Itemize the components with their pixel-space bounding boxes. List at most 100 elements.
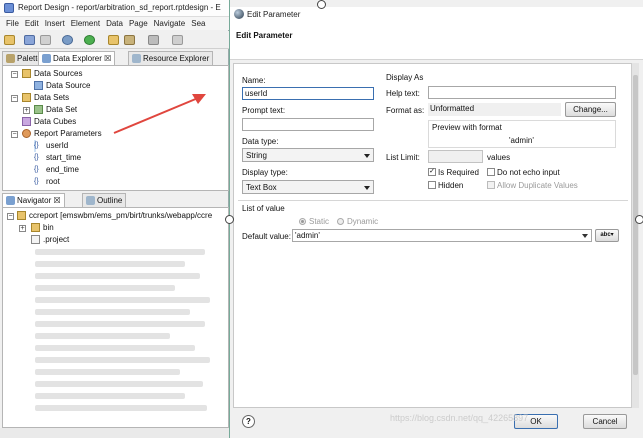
- blurred-row: [35, 261, 185, 267]
- prompt-text-field[interactable]: [242, 118, 374, 131]
- expand-toggle[interactable]: +: [23, 107, 30, 114]
- do-not-echo-checkbox[interactable]: [487, 168, 495, 176]
- dialog-titlebar: Edit Parameter: [230, 7, 643, 23]
- resize-handle[interactable]: [317, 0, 326, 9]
- print-icon[interactable]: [40, 35, 51, 45]
- help-icon[interactable]: ?: [242, 415, 255, 428]
- format-as-value: Unformatted: [428, 103, 561, 116]
- collapse-toggle[interactable]: −: [7, 213, 14, 220]
- watermark-text: https://blog.csdn.net/qq_42265897: [390, 413, 529, 423]
- help-text-field[interactable]: [428, 86, 616, 99]
- is-required-checkbox[interactable]: ✓: [428, 168, 436, 176]
- default-value-field[interactable]: 'admin': [292, 229, 592, 242]
- project-icon: [17, 211, 26, 220]
- default-value-label: Default value:: [242, 232, 291, 241]
- navigator-icon: [6, 196, 15, 205]
- palette-icon: [6, 54, 15, 63]
- tree-item-label: Data Set: [46, 105, 78, 114]
- menu-search[interactable]: Sea: [185, 17, 205, 28]
- datasource-icon: [34, 81, 43, 90]
- tree-item-label: Data Sources: [34, 69, 83, 78]
- chevron-down-icon[interactable]: [582, 234, 588, 238]
- eclipse-ide-window: Report Design - report/arbitration_sd_re…: [0, 0, 229, 438]
- expand-toggle[interactable]: +: [19, 225, 26, 232]
- change-format-button[interactable]: Change...: [565, 102, 616, 117]
- menu-data[interactable]: Data: [100, 17, 123, 28]
- tab-outline[interactable]: Outline: [82, 193, 127, 207]
- collapse-toggle[interactable]: −: [11, 131, 18, 138]
- tree-item-label: root: [46, 177, 60, 186]
- values-label: values: [487, 153, 511, 162]
- param-icon: {}: [34, 178, 39, 185]
- tab-resource-explorer[interactable]: Resource Explorer: [128, 51, 214, 65]
- blurred-row: [35, 321, 205, 327]
- tab-data-explorer[interactable]: Data Explorer ☒: [38, 51, 116, 65]
- tree-item-label: bin: [43, 223, 54, 232]
- tree-item-label: .project: [43, 235, 70, 244]
- dataset-folder-icon: [22, 93, 31, 102]
- param-icon: {}: [34, 142, 39, 149]
- tree-item-param-userid[interactable]: {} userId: [34, 140, 68, 152]
- blurred-row: [35, 249, 205, 255]
- preview-icon[interactable]: [62, 35, 73, 45]
- expression-builder-button[interactable]: abc▾: [595, 229, 619, 242]
- file-icon: [31, 235, 40, 244]
- resize-handle[interactable]: [635, 215, 643, 224]
- scrollbar-thumb[interactable]: [633, 75, 638, 375]
- bottom-view-tabs: Navigator ☒ Outline: [2, 193, 229, 207]
- blurred-row: [35, 381, 203, 387]
- edit-parameter-dialog: Edit Parameter Edit Parameter Name: user…: [229, 0, 643, 438]
- dialog-header: Edit Parameter: [230, 23, 643, 60]
- collapse-toggle[interactable]: −: [11, 71, 18, 78]
- wand-icon[interactable]: [124, 35, 135, 45]
- preview-value: 'admin': [509, 136, 534, 145]
- blurred-row: [35, 357, 210, 363]
- section-divider: [238, 200, 628, 201]
- data-type-select[interactable]: String: [242, 148, 374, 162]
- expression-builder-label: abc: [600, 232, 611, 238]
- menu-edit[interactable]: Edit: [19, 17, 39, 28]
- tree-item-label: Data Source: [46, 81, 91, 90]
- vertical-scrollbar[interactable]: [631, 63, 639, 408]
- display-type-select[interactable]: Text Box: [242, 180, 374, 194]
- collapse-toggle[interactable]: −: [11, 95, 18, 102]
- name-field[interactable]: userId: [242, 87, 374, 100]
- misc-tool-icon[interactable]: [148, 35, 159, 45]
- tab-data-explorer-label: Data Explorer ☒: [53, 54, 112, 63]
- folder-icon: [31, 223, 40, 232]
- param-icon: {}: [34, 154, 39, 161]
- tab-outline-label: Outline: [97, 196, 123, 205]
- hidden-label: Hidden: [438, 181, 464, 190]
- menu-page[interactable]: Page: [123, 17, 148, 28]
- menu-insert[interactable]: Insert: [39, 17, 65, 28]
- cancel-button[interactable]: Cancel: [583, 414, 627, 429]
- hidden-checkbox[interactable]: [428, 181, 436, 189]
- nav-tool-icon[interactable]: [172, 35, 183, 45]
- menu-file[interactable]: File: [0, 17, 19, 28]
- resize-handle[interactable]: [225, 215, 234, 224]
- outline-icon: [86, 196, 95, 205]
- menu-navigate[interactable]: Navigate: [148, 17, 186, 28]
- new-icon[interactable]: [4, 35, 15, 45]
- data-explorer-icon: [42, 54, 51, 63]
- list-limit-field[interactable]: [428, 150, 483, 163]
- tree-item-label: userId: [46, 141, 69, 150]
- tree-item-label: Report Parameters: [34, 129, 102, 138]
- tab-navigator-label: Navigator ☒: [17, 196, 61, 205]
- blurred-row: [35, 273, 200, 279]
- save-icon[interactable]: [24, 35, 35, 45]
- tree-item-label: Data Sets: [34, 93, 70, 102]
- dynamic-radio: [337, 218, 344, 225]
- blurred-row: [35, 333, 170, 339]
- dialog-window-title: Edit Parameter: [247, 10, 301, 19]
- ide-window-title: Report Design - report/arbitration_sd_re…: [18, 3, 221, 12]
- static-label: Static: [309, 217, 330, 226]
- menu-element[interactable]: Element: [65, 17, 100, 28]
- blurred-row: [35, 393, 185, 399]
- chevron-down-icon: [364, 186, 370, 190]
- preview-group: Preview with format 'admin': [428, 120, 616, 148]
- open-folder-icon[interactable]: [108, 35, 119, 45]
- run-icon[interactable]: [84, 35, 95, 45]
- tab-navigator[interactable]: Navigator ☒: [2, 193, 65, 207]
- eclipse-icon: [234, 9, 244, 19]
